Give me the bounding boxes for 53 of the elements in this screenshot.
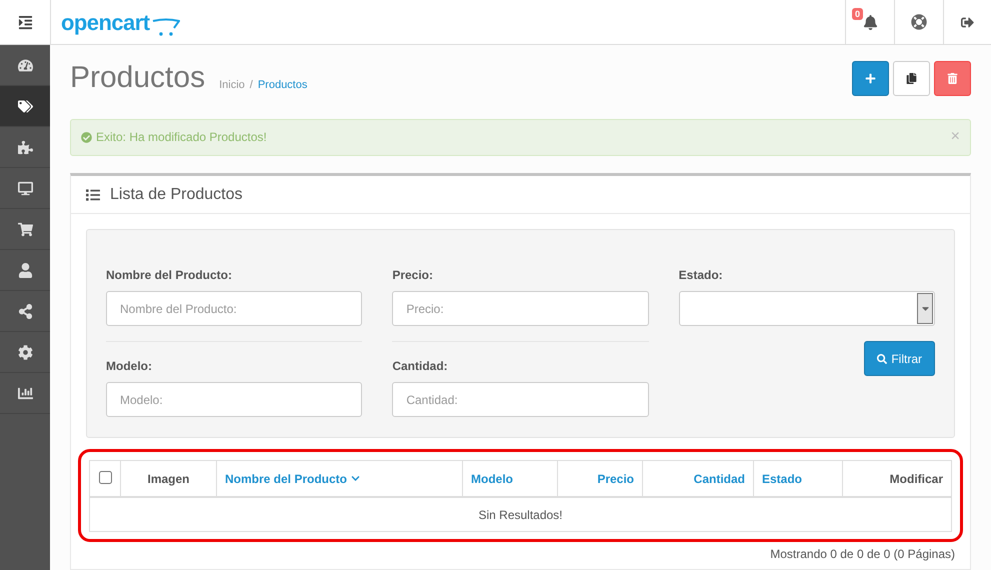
input-field[interactable]: Cantidad: <box>392 382 649 417</box>
delete-button[interactable] <box>934 61 971 96</box>
add-button[interactable] <box>852 61 889 96</box>
breadcrumb-separator: / <box>248 78 254 92</box>
column-sort-link[interactable]: Modelo <box>471 470 513 488</box>
bell-icon <box>862 14 878 30</box>
plus-icon <box>865 73 876 84</box>
column-sort-link[interactable]: Cantidad <box>694 470 745 488</box>
field-label: Nombre del Producto: <box>106 267 234 284</box>
pagination-info: Mostrando 0 de 0 de 0 (0 Páginas) <box>770 546 955 563</box>
filter-button[interactable]: Filtrar <box>864 341 935 376</box>
column-header: Modificar <box>890 470 943 488</box>
user-icon <box>18 262 32 278</box>
field-label: Precio: <box>392 267 434 284</box>
select-all-checkbox[interactable] <box>98 471 112 484</box>
trash-icon <box>947 73 958 84</box>
dashboard-icon <box>18 58 32 72</box>
logo: opencart <box>61 6 180 38</box>
page-title: Productos <box>70 60 206 96</box>
panel-title: Lista de Productos <box>110 184 243 204</box>
caret-icon <box>917 293 933 324</box>
list-icon <box>86 188 100 202</box>
monitor-icon <box>18 180 32 196</box>
notification-badge: 0 <box>852 8 864 20</box>
alert-message: Exito: Ha modificado Productos! <box>96 129 267 146</box>
copy-button[interactable] <box>893 61 930 96</box>
column-sort-link[interactable]: Precio <box>597 470 634 488</box>
bar-chart-icon <box>18 386 32 400</box>
breadcrumb-item[interactable]: Inicio <box>219 76 245 93</box>
tag-icon <box>18 98 32 114</box>
input-field[interactable]: Modelo: <box>106 382 362 417</box>
copy-icon <box>906 73 917 84</box>
chevron-down-icon <box>351 474 360 483</box>
column-sort-link[interactable]: Nombre del Producto <box>225 470 360 488</box>
column-header: Imagen <box>147 470 190 488</box>
field-label: Estado: <box>678 267 724 284</box>
search-icon <box>877 354 888 364</box>
share-icon <box>18 304 32 318</box>
input-field[interactable]: Precio: <box>392 291 649 326</box>
puzzle-icon <box>18 140 32 154</box>
column-sort-link[interactable]: Estado <box>762 470 802 488</box>
cart-icon <box>18 222 32 236</box>
settings-icon <box>18 344 32 360</box>
input-field[interactable]: Nombre del Producto: <box>106 291 362 326</box>
lifebuoy-icon <box>911 14 927 30</box>
breadcrumb-link[interactable]: Productos <box>258 76 308 93</box>
sidebar-item[interactable] <box>0 86 50 127</box>
empty-message: Sin Resultados! <box>478 506 563 524</box>
menu-icon <box>18 14 32 30</box>
logout-icon <box>961 16 974 28</box>
field-label: Modelo: <box>106 358 153 375</box>
notifications-button[interactable]: 0 <box>845 0 894 44</box>
field-label: Cantidad: <box>392 358 449 375</box>
